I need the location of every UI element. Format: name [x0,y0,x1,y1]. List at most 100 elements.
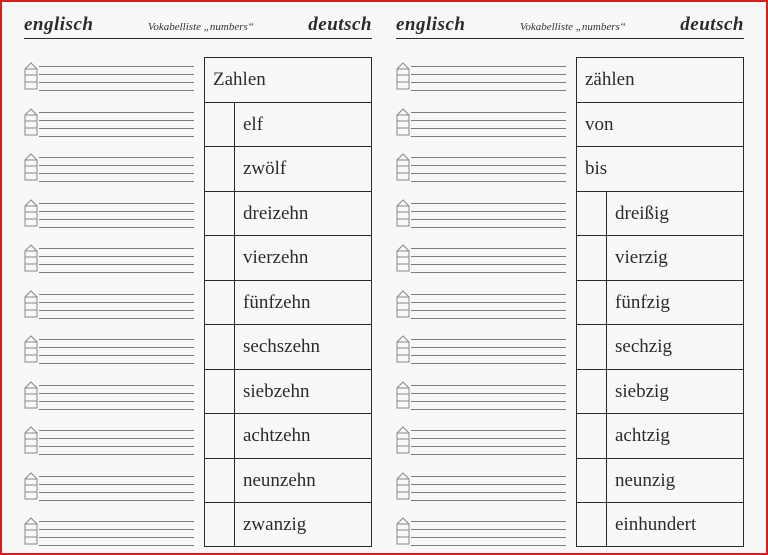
ruled-lines [39,63,194,91]
german-word: siebzig [607,382,669,401]
handwriting-line[interactable] [24,336,194,364]
ruled-lines [411,382,566,410]
house-icon [396,243,410,273]
vocab-cell: fünfzehn [204,280,372,325]
ruled-lines [411,200,566,228]
handwriting-line[interactable] [24,382,194,410]
german-word: von [577,115,614,134]
house-icon [24,425,38,455]
ruled-lines [411,427,566,455]
ruled-lines [411,473,566,501]
handwriting-line[interactable] [396,382,566,410]
handwriting-line[interactable] [24,109,194,137]
house-icon [24,107,38,137]
handwriting-line[interactable] [24,200,194,228]
german-word: fünfzehn [235,293,311,312]
house-icon [24,243,38,273]
handwriting-line[interactable] [396,200,566,228]
handwriting-line[interactable] [396,427,566,455]
vocab-cell: neunzig [576,458,744,503]
german-word: dreizehn [235,204,308,223]
indent-gutter [205,325,235,369]
indent-gutter [205,192,235,236]
house-icon [24,198,38,228]
indent-gutter [577,281,607,325]
german-word: dreißig [607,204,669,223]
handwriting-line[interactable] [396,473,566,501]
handwriting-line[interactable] [24,427,194,455]
handwriting-line[interactable] [24,154,194,182]
handwriting-line[interactable] [24,245,194,273]
house-icon [24,471,38,501]
vocab-cell: zwanzig [204,502,372,547]
header-lang-english: englisch [396,14,465,36]
ruled-lines [411,518,566,546]
vocab-cell: elf [204,102,372,147]
handwriting-line[interactable] [396,518,566,546]
vocab-cell: bis [576,146,744,191]
german-word: zwölf [235,159,286,178]
vocab-cell: Zahlen [204,57,372,102]
ruled-lines [39,427,194,455]
handwriting-line[interactable] [24,63,194,91]
indent-gutter [205,459,235,503]
vocab-cell: zählen [576,57,744,102]
handwriting-line[interactable] [396,154,566,182]
german-word: einhundert [607,515,696,534]
handwriting-line[interactable] [24,518,194,546]
house-icon [396,289,410,319]
vocab-cell: sechszehn [204,324,372,369]
house-icon [396,380,410,410]
vocab-cell: dreizehn [204,191,372,236]
vocab-cell: zwölf [204,146,372,191]
indent-gutter [577,236,607,280]
handwriting-line[interactable] [396,109,566,137]
house-icon [396,471,410,501]
header-subtitle: Vokabelliste „numbers“ [520,21,626,33]
vocab-cell: siebzig [576,369,744,414]
worksheet-grid: zählen von bis dreißig vierzig fünfzig sechzig… [396,57,744,547]
worksheet-page-left: englisch Vokabelliste „numbers“ deutsch … [24,14,372,541]
indent-gutter [205,281,235,325]
house-icon [24,334,38,364]
worksheet-page-right: englisch Vokabelliste „numbers“ deutsch … [396,14,744,541]
german-word: elf [235,115,263,134]
worksheet-grid: Zahlen elf zwölf dreizehn vierzehn fünfzehn se… [24,57,372,547]
house-icon [396,61,410,91]
handwriting-line[interactable] [396,63,566,91]
house-icon [24,289,38,319]
english-blank-column [24,57,194,547]
house-icon [24,152,38,182]
indent-gutter [205,103,235,147]
handwriting-line[interactable] [396,291,566,319]
german-word: achtzehn [235,426,311,445]
indent-gutter [577,192,607,236]
house-icon [396,516,410,546]
handwriting-line[interactable] [396,245,566,273]
german-word: bis [577,159,607,178]
handwriting-line[interactable] [396,336,566,364]
ruled-lines [39,473,194,501]
german-word: vierzehn [235,248,308,267]
ruled-lines [39,382,194,410]
handwriting-line[interactable] [24,291,194,319]
ruled-lines [411,336,566,364]
vocab-cell: vierzig [576,235,744,280]
header-lang-english: englisch [24,14,93,36]
indent-gutter [577,459,607,503]
indent-gutter [205,147,235,191]
german-word: vierzig [607,248,668,267]
vocab-cell: dreißig [576,191,744,236]
handwriting-line[interactable] [24,473,194,501]
german-word-column: zählen von bis dreißig vierzig fünfzig sechzig… [576,57,744,547]
header-lang-german: deutsch [308,14,372,36]
german-word: achtzig [607,426,670,445]
ruled-lines [39,518,194,546]
vocab-cell: fünfzig [576,280,744,325]
ruled-lines [411,291,566,319]
german-word: sechzig [607,337,672,356]
ruled-lines [39,200,194,228]
ruled-lines [411,109,566,137]
indent-gutter [205,503,235,546]
german-word: zählen [577,70,635,89]
